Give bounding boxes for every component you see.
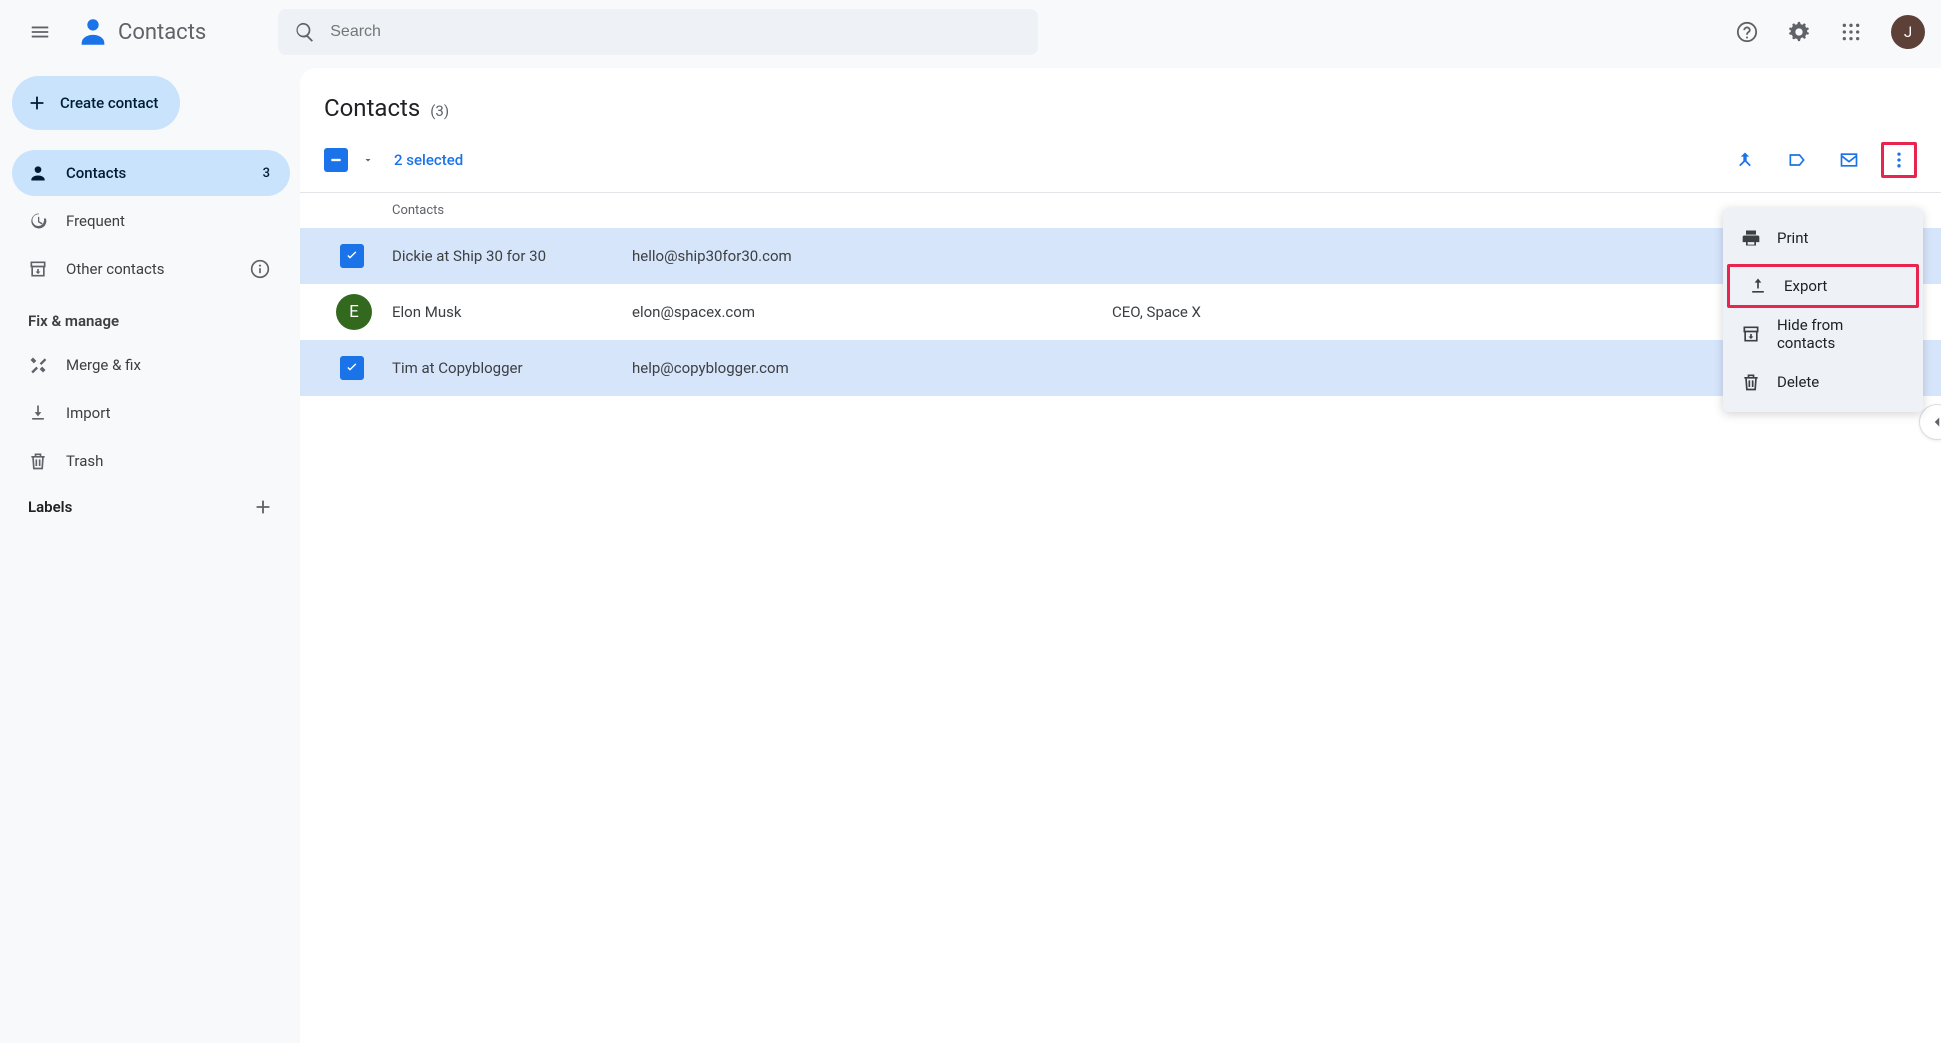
contacts-logo-icon (76, 15, 110, 49)
app-title: Contacts (118, 20, 206, 45)
sidebar-item-label: Merge & fix (66, 356, 141, 374)
email-button[interactable] (1829, 140, 1869, 180)
download-icon (28, 403, 48, 423)
chevron-down-icon (362, 154, 374, 166)
print-icon (1741, 228, 1761, 248)
check-icon (344, 248, 360, 264)
menu-item-delete[interactable]: Delete (1723, 358, 1923, 406)
apps-icon (1841, 22, 1861, 42)
contact-row[interactable]: E Elon Musk elon@spacex.com CEO, Space X (300, 284, 1941, 340)
help-button[interactable] (1727, 12, 1767, 52)
merge-button[interactable] (1725, 140, 1765, 180)
search-box[interactable] (278, 9, 1038, 55)
menu-item-print[interactable]: Print (1723, 214, 1923, 262)
column-header-name: Contacts (300, 193, 1941, 228)
search-input[interactable] (330, 23, 1022, 41)
chevron-left-icon (1928, 413, 1941, 431)
indeterminate-icon (329, 153, 343, 167)
contact-name: Tim at Copyblogger (392, 359, 632, 377)
selection-dropdown[interactable] (360, 154, 376, 166)
contact-email: hello@ship30for30.com (632, 247, 1112, 265)
apps-button[interactable] (1831, 12, 1871, 52)
export-icon (1748, 276, 1768, 296)
person-icon (28, 163, 48, 183)
sidebar-item-label: Other contacts (66, 260, 165, 278)
sidebar-item-label: Contacts (66, 164, 126, 182)
menu-item-label: Export (1784, 277, 1827, 295)
plus-icon (26, 92, 48, 114)
contact-email: elon@spacex.com (632, 303, 1112, 321)
select-all-checkbox[interactable] (324, 148, 348, 172)
logo[interactable]: Contacts (76, 15, 206, 49)
more-actions-button[interactable] (1881, 142, 1917, 178)
labels-title: Labels (28, 498, 72, 516)
page-title: Contacts (324, 94, 420, 122)
contact-name: Elon Musk (392, 303, 632, 321)
sidebar-item-label: Frequent (66, 212, 125, 230)
history-icon (28, 211, 48, 231)
contact-avatar[interactable]: E (336, 294, 372, 330)
search-icon (294, 21, 316, 43)
overflow-menu: Print Export Hide from contacts Delete (1723, 208, 1923, 412)
menu-item-label: Print (1777, 229, 1808, 247)
header: Contacts J (0, 0, 1941, 64)
trash-icon (1741, 372, 1761, 392)
gear-icon (1788, 21, 1810, 43)
sidebar-item-merge-fix[interactable]: Merge & fix (12, 342, 290, 388)
selected-count-text: 2 selected (394, 151, 463, 169)
sidebar-item-trash[interactable]: Trash (12, 438, 290, 484)
archive-icon (28, 259, 48, 279)
contact-email: help@copyblogger.com (632, 359, 1112, 377)
menu-icon (29, 21, 51, 43)
create-contact-button[interactable]: Create contact (12, 76, 180, 130)
archive-icon (1741, 324, 1761, 344)
menu-item-hide[interactable]: Hide from contacts (1723, 310, 1923, 358)
row-checkbox[interactable] (340, 356, 364, 380)
check-icon (344, 360, 360, 376)
sidebar-item-contacts[interactable]: Contacts 3 (12, 150, 290, 196)
merge-icon (1735, 150, 1755, 170)
contact-name: Dickie at Ship 30 for 30 (392, 247, 632, 265)
trash-icon (28, 451, 48, 471)
tools-icon (28, 355, 48, 375)
sidebar-item-label: Trash (66, 452, 103, 470)
menu-item-label: Delete (1777, 373, 1819, 391)
sidebar-item-count: 3 (263, 166, 270, 181)
account-avatar[interactable]: J (1891, 15, 1925, 49)
settings-button[interactable] (1779, 12, 1819, 52)
sidebar-item-frequent[interactable]: Frequent (12, 198, 290, 244)
main-menu-button[interactable] (16, 8, 64, 56)
selection-toolbar: 2 selected (300, 134, 1941, 193)
contacts-count: (3) (430, 102, 449, 120)
contact-row[interactable]: Tim at Copyblogger help@copyblogger.com (300, 340, 1941, 396)
fix-manage-title: Fix & manage (12, 294, 290, 340)
mail-icon (1839, 150, 1859, 170)
menu-item-export[interactable]: Export (1727, 264, 1919, 308)
label-icon (1787, 150, 1807, 170)
menu-item-label: Hide from contacts (1777, 316, 1905, 352)
main-panel: Contacts (3) 2 selected (300, 64, 1941, 1043)
sidebar-item-import[interactable]: Import (12, 390, 290, 436)
row-checkbox[interactable] (340, 244, 364, 268)
sidebar: Create contact Contacts 3 Frequent Other… (0, 64, 300, 1043)
sidebar-item-other-contacts[interactable]: Other contacts (12, 246, 290, 292)
add-label-button[interactable] (252, 496, 274, 518)
more-vertical-icon (1889, 150, 1909, 170)
labels-section: Labels (12, 486, 290, 528)
sidebar-item-label: Import (66, 404, 111, 422)
help-icon (1736, 21, 1758, 43)
info-icon[interactable] (250, 259, 270, 279)
create-contact-label: Create contact (60, 94, 158, 112)
contact-row[interactable]: Dickie at Ship 30 for 30 hello@ship30for… (300, 228, 1941, 284)
label-button[interactable] (1777, 140, 1817, 180)
